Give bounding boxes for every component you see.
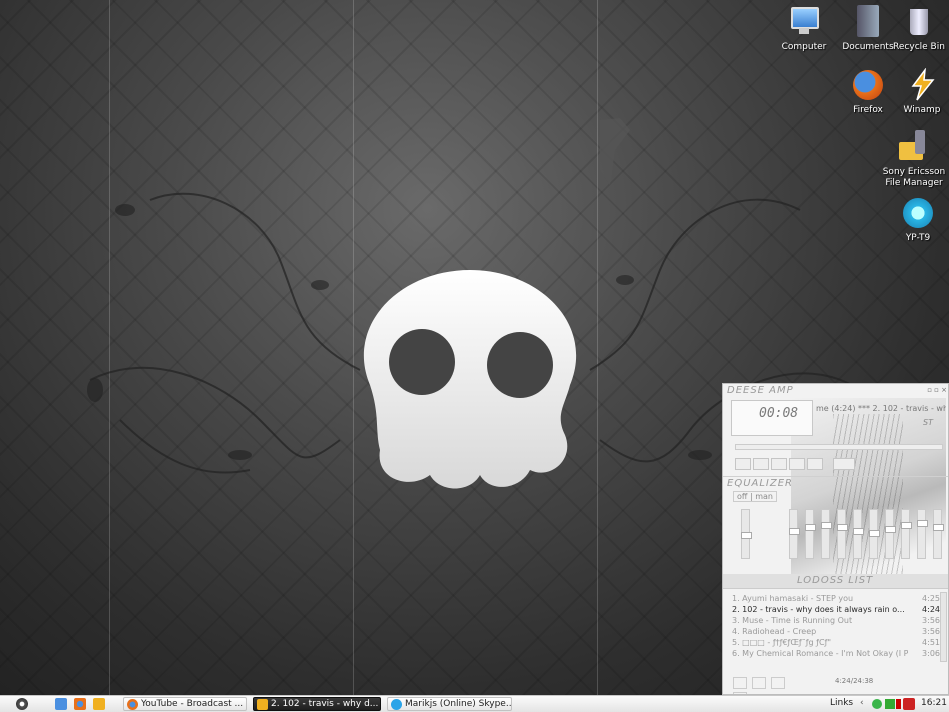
eq-band-slider[interactable] <box>933 509 944 559</box>
playlist-item[interactable]: 3. Muse - Time is Running Out 3:56 <box>732 615 940 626</box>
winamp-main-panel: DEESE AMP ▫ ▫ × 00:08 me (4:24) *** 2. 1… <box>723 384 948 477</box>
eq-toggle[interactable]: off | man <box>733 491 777 502</box>
show-desktop-icon[interactable] <box>55 698 67 710</box>
taskbar: YouTube - Broadcast ... 2. 102 - travis … <box>0 695 949 712</box>
eq-band-slider[interactable] <box>837 509 848 559</box>
eq-band-slider[interactable] <box>901 509 912 559</box>
skype-icon <box>391 699 402 710</box>
seek-bar[interactable] <box>735 444 943 450</box>
security-tray-icon[interactable] <box>896 699 901 709</box>
desktop-icon-computer[interactable]: Computer <box>772 5 836 53</box>
equalizer-title: EQUALIZER <box>727 478 793 489</box>
eq-preamp-slider[interactable] <box>741 509 752 559</box>
clock[interactable]: 16:21 <box>921 697 947 710</box>
taskbar-item-youtube[interactable]: YouTube - Broadcast ... <box>123 697 247 711</box>
start-button[interactable] <box>16 698 28 710</box>
system-tray: Links ‹ 16:21 <box>826 697 949 711</box>
desktop-icon-yp-t9[interactable]: YP-T9 <box>886 196 949 244</box>
eq-band-slider[interactable] <box>789 509 800 559</box>
tray-expand-icon[interactable]: ‹ <box>860 697 864 710</box>
antivirus-tray-icon[interactable] <box>903 698 915 710</box>
add-button[interactable] <box>733 677 747 689</box>
network-tray-icon[interactable] <box>885 699 895 709</box>
eq-band-slider[interactable] <box>869 509 880 559</box>
eject-button[interactable] <box>833 458 855 470</box>
play-button[interactable] <box>753 458 769 470</box>
playlist-title: LODOSS LIST <box>797 575 874 586</box>
track-title-scroll[interactable]: me (4:24) *** 2. 102 - travis - why <box>816 404 946 413</box>
eq-band-slider[interactable] <box>805 509 816 559</box>
computer-icon <box>787 5 821 39</box>
playlist-buttons[interactable] <box>733 677 803 694</box>
playlist-item[interactable]: 4. Radiohead - Creep 3:56 <box>732 626 940 637</box>
taskbar-item-skype[interactable]: Marikjs (Online) Skype... <box>387 697 512 711</box>
desktop-icon-recycle-bin[interactable]: Recycle Bin <box>887 5 949 53</box>
stop-button[interactable] <box>789 458 805 470</box>
music-player-icon <box>901 196 935 230</box>
eq-band-slider[interactable] <box>917 509 928 559</box>
window-controls[interactable]: ▫ ▫ × <box>927 386 947 394</box>
phone-folder-icon <box>897 130 931 164</box>
elapsed-time[interactable]: 00:08 <box>759 406 798 421</box>
playlist-item[interactable]: 1. Ayumi hamasaki - STEP you 4:25 <box>732 593 940 604</box>
winamp-icon <box>257 699 268 710</box>
playlist-panel: LODOSS LIST 1. Ayumi hamasaki - STEP you… <box>723 574 948 694</box>
next-button[interactable] <box>807 458 823 470</box>
desktop-icon-winamp[interactable]: Winamp <box>890 67 949 116</box>
playlist-item[interactable]: 6. My Chemical Romance - I'm Not Okay (I… <box>732 648 940 659</box>
equalizer-panel: EQUALIZER off | man <box>723 477 948 575</box>
documents-folder-icon <box>851 5 885 39</box>
winamp-lightning-icon <box>905 67 939 102</box>
winamp-quicklaunch-icon[interactable] <box>93 698 105 710</box>
winamp-main-title[interactable]: DEESE AMP <box>727 385 794 396</box>
links-toolbar[interactable]: Links <box>830 697 853 710</box>
prev-button[interactable] <box>735 458 751 470</box>
firefox-icon <box>127 699 138 710</box>
stereo-indicator: ST <box>923 418 933 427</box>
playlist-scrollbar[interactable] <box>940 592 947 662</box>
desktop-icon-sony-ericsson[interactable]: Sony Ericsson File Manager <box>880 130 948 189</box>
recycle-bin-icon <box>902 5 936 39</box>
pause-button[interactable] <box>771 458 787 470</box>
playlist-time: 4:24/24:38 <box>835 677 874 685</box>
playlist-item[interactable]: 5. □□□ - ƒ†ƒ€ƒŒƒ˜ƒg ƒCƒ" 4:51 <box>732 637 940 648</box>
playlist-item-active[interactable]: 2. 102 - travis - why does it always rai… <box>732 604 940 615</box>
skull-logo <box>363 270 577 489</box>
taskbar-item-winamp[interactable]: 2. 102 - travis - why d... <box>253 697 381 711</box>
winamp-window[interactable]: DEESE AMP ▫ ▫ × 00:08 me (4:24) *** 2. 1… <box>722 383 949 695</box>
eq-band-slider[interactable] <box>885 509 896 559</box>
select-button[interactable] <box>771 677 786 689</box>
eq-band-slider[interactable] <box>821 509 832 559</box>
firefox-quicklaunch-icon[interactable] <box>74 698 86 710</box>
firefox-icon <box>851 68 885 102</box>
remove-button[interactable] <box>752 677 767 689</box>
skype-tray-icon[interactable] <box>872 699 882 709</box>
eq-band-slider[interactable] <box>853 509 864 559</box>
